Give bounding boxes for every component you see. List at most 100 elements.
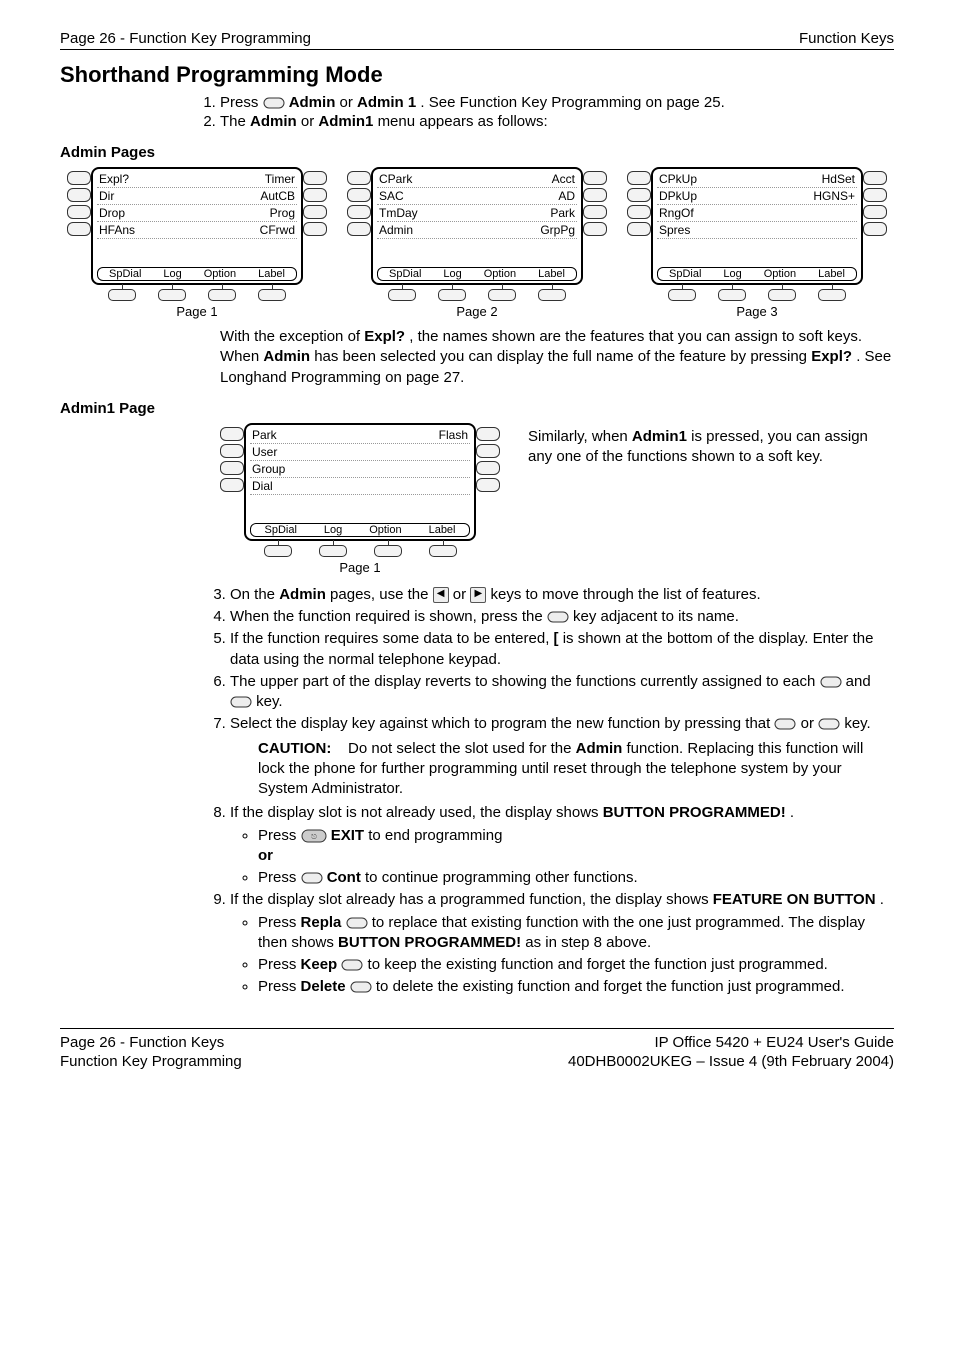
softkey-button-icon <box>488 289 516 301</box>
admin1-side-text: Similarly, when Admin1 is pressed, you c… <box>528 423 894 575</box>
admin1-page: ParkFlash User Group Dial SpDial Log Opt… <box>220 423 500 575</box>
display-key-icon <box>476 444 500 458</box>
admin-pages-row: Expl?Timer DirAutCB DropProg HFAnsCFrwd … <box>60 167 894 319</box>
softkey-button-icon <box>108 289 136 301</box>
softkey-button-icon <box>208 289 236 301</box>
step-8-bullet-cont: Press Cont to continue programming other… <box>258 868 894 888</box>
header-left: Page 26 - Function Key Programming <box>60 30 311 47</box>
step-9-bullet-keep: Press Keep to keep the existing function… <box>258 955 894 975</box>
softkey-button-icon <box>319 545 347 557</box>
display-key-icon <box>476 427 500 441</box>
display-key-icon <box>67 171 91 185</box>
display-key-right-icon <box>820 676 842 688</box>
display-key-icon <box>347 188 371 202</box>
display-key-icon <box>303 222 327 236</box>
page-title: Shorthand Programming Mode <box>60 62 894 88</box>
display-screen: Expl?Timer DirAutCB DropProg HFAnsCFrwd … <box>91 167 303 285</box>
step-9: If the display slot already has a progra… <box>230 890 894 997</box>
display-key-icon <box>476 478 500 492</box>
display-key-icon <box>303 188 327 202</box>
intro-steps: Press Admin or Admin 1 . See Function Ke… <box>220 94 894 130</box>
softkey-icon <box>350 981 372 993</box>
display-key-icon <box>220 478 244 492</box>
display-key-left-icon <box>230 696 252 708</box>
display-key-icon <box>303 205 327 219</box>
caution-block: CAUTION: Do not select the slot used for… <box>258 739 894 800</box>
page-caption: Page 3 <box>627 304 887 319</box>
display-key-icon <box>627 205 651 219</box>
display-key-icon <box>220 461 244 475</box>
display-key-icon <box>583 205 607 219</box>
display-key-icon <box>67 222 91 236</box>
softkey-button-icon <box>429 545 457 557</box>
page-header: Page 26 - Function Key Programming Funct… <box>60 30 894 50</box>
softkey-button-icon <box>668 289 696 301</box>
admin1-row: ParkFlash User Group Dial SpDial Log Opt… <box>220 423 894 575</box>
page-caption: Page 2 <box>347 304 607 319</box>
softkey-button-icon <box>768 289 796 301</box>
left-arrow-icon: ◀ <box>433 587 449 603</box>
right-key-column <box>303 167 327 236</box>
right-arrow-icon: ▶ <box>470 587 486 603</box>
admin1-heading: Admin1 Page <box>60 400 894 417</box>
display-key-icon <box>347 222 371 236</box>
exit-key-icon: ⎋ <box>301 829 327 843</box>
display-key-icon <box>863 222 887 236</box>
caution-heading: CAUTION: <box>258 740 331 757</box>
step-4: When the function required is shown, pre… <box>230 607 894 627</box>
softkey-button-icon <box>158 289 186 301</box>
display-key-icon <box>863 171 887 185</box>
display-key-icon <box>67 188 91 202</box>
display-key-icon <box>863 205 887 219</box>
display-key-left-icon <box>818 718 840 730</box>
display-key-icon <box>263 97 285 109</box>
display-screen: CPkUpHdSet DPkUpHGNS+ RngOf Spres SpDial… <box>651 167 863 285</box>
step-9-sublist: Press Repla to replace that existing fun… <box>258 913 894 998</box>
step-3: On the Admin pages, use the ◀ or ▶ keys … <box>230 585 894 605</box>
display-key-icon <box>476 461 500 475</box>
left-key-column <box>67 167 91 236</box>
display-key-left-icon <box>547 611 569 623</box>
display-key-right-icon <box>774 718 796 730</box>
softkey-button-icon <box>374 545 402 557</box>
admin-pages-heading: Admin Pages <box>60 144 894 161</box>
step-9-bullet-delete: Press Delete to delete the existing func… <box>258 977 894 997</box>
admin-page-1: Expl?Timer DirAutCB DropProg HFAnsCFrwd … <box>67 167 327 319</box>
softkey-button-icon <box>264 545 292 557</box>
step-8: If the display slot is not already used,… <box>230 803 894 888</box>
display-screen: CParkAcct SACAD TmDayPark AdminGrpPg SpD… <box>371 167 583 285</box>
step-9-bullet-repla: Press Repla to replace that existing fun… <box>258 913 894 954</box>
display-key-icon <box>220 444 244 458</box>
expl-note: With the exception of Expl? , the names … <box>220 327 894 388</box>
softkey-button-icon <box>388 289 416 301</box>
step-8-bullet-exit: Press ⎋ EXIT to end programming or <box>258 826 894 867</box>
page-footer: Page 26 - Function Keys Function Key Pro… <box>60 1028 894 1072</box>
admin-page-3: CPkUpHdSet DPkUpHGNS+ RngOf Spres SpDial… <box>627 167 887 319</box>
display-key-icon <box>863 188 887 202</box>
display-key-icon <box>220 427 244 441</box>
step-8-sublist: Press ⎋ EXIT to end programming or Press… <box>258 826 894 889</box>
intro-step-2: The Admin or Admin1 menu appears as foll… <box>220 113 894 130</box>
display-key-icon <box>303 171 327 185</box>
main-steps: On the Admin pages, use the ◀ or ▶ keys … <box>220 585 894 998</box>
softkey-icon <box>346 917 368 929</box>
display-key-icon <box>347 171 371 185</box>
step-7: Select the display key against which to … <box>230 714 894 799</box>
display-key-icon <box>583 222 607 236</box>
softkey-button-icon <box>818 289 846 301</box>
display-screen: ParkFlash User Group Dial SpDial Log Opt… <box>244 423 476 541</box>
step-5: If the function requires some data to be… <box>230 629 894 670</box>
intro-step-1: Press Admin or Admin 1 . See Function Ke… <box>220 94 894 111</box>
display-key-icon <box>67 205 91 219</box>
header-right: Function Keys <box>799 30 894 47</box>
display-key-icon <box>347 205 371 219</box>
step-6: The upper part of the display reverts to… <box>230 672 894 713</box>
display-key-right-icon <box>301 872 323 884</box>
display-key-icon <box>583 171 607 185</box>
softkey-button-icon <box>258 289 286 301</box>
admin-page-2: CParkAcct SACAD TmDayPark AdminGrpPg SpD… <box>347 167 607 319</box>
softkey-button-icon <box>718 289 746 301</box>
page-caption: Page 1 <box>220 560 500 575</box>
display-key-icon <box>583 188 607 202</box>
svg-text:⎋: ⎋ <box>311 833 317 841</box>
